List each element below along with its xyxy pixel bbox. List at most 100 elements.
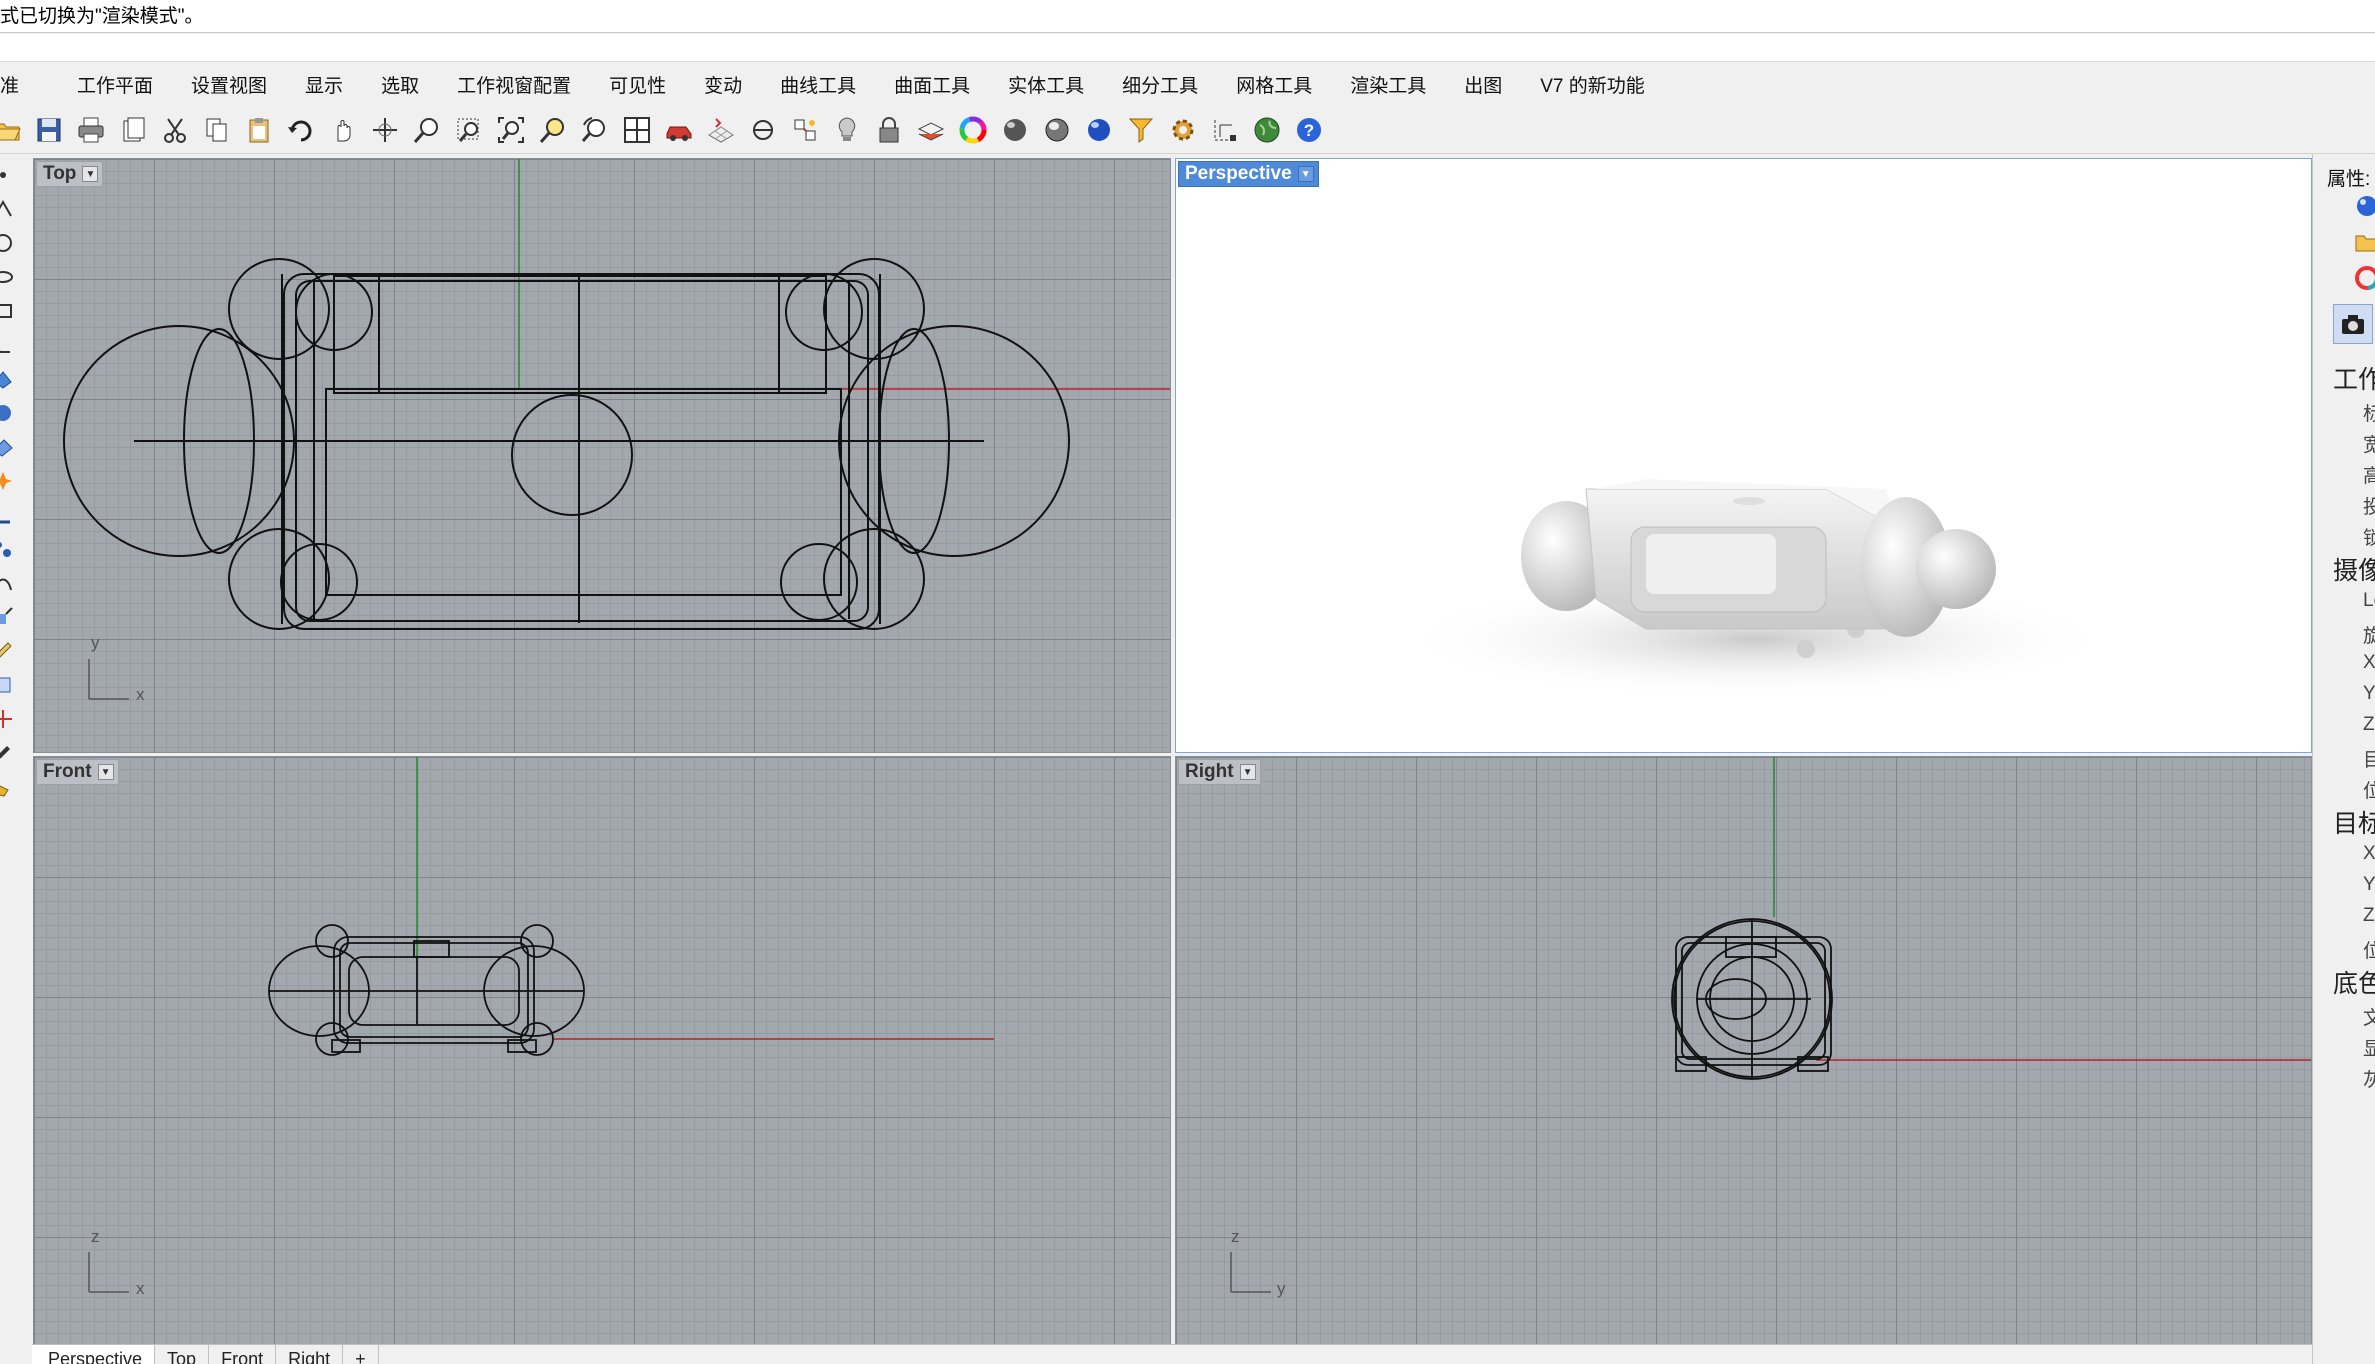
tab-front[interactable]: Front xyxy=(209,1345,277,1364)
tab-top[interactable]: Top xyxy=(155,1345,210,1364)
point-icon[interactable] xyxy=(0,158,30,192)
zoom-icon[interactable] xyxy=(406,109,448,151)
explode-icon[interactable] xyxy=(0,702,30,736)
tab-drafting[interactable]: 出图 xyxy=(1445,64,1521,106)
print-icon[interactable] xyxy=(70,109,112,151)
dropdown-arrow-icon[interactable]: ▼ xyxy=(82,166,99,182)
save-icon[interactable] xyxy=(28,109,70,151)
prop-location: 位 xyxy=(2363,781,2375,802)
tab-standard[interactable]: 准 xyxy=(0,64,43,106)
subd-icon[interactable] xyxy=(0,464,30,498)
options-gear-icon[interactable] xyxy=(1162,109,1204,151)
curve-edit-icon[interactable] xyxy=(0,566,30,600)
circle-tool-icon[interactable] xyxy=(0,226,30,260)
viewport-perspective-title[interactable]: Perspective ▼ xyxy=(1178,161,1319,187)
tab-right[interactable]: Right xyxy=(276,1345,344,1364)
paint-icon[interactable] xyxy=(0,770,30,804)
open-icon[interactable] xyxy=(0,109,28,151)
tab-select[interactable]: 选取 xyxy=(362,64,438,106)
move-icon[interactable] xyxy=(0,600,30,634)
tab-subd-tools[interactable]: 细分工具 xyxy=(1103,64,1217,106)
rendered-sphere-icon[interactable] xyxy=(1036,109,1078,151)
help-icon[interactable]: ? xyxy=(1288,109,1330,151)
grid-options-icon[interactable] xyxy=(700,109,742,151)
camera-icon[interactable] xyxy=(2333,304,2373,344)
undo-icon[interactable] xyxy=(280,109,322,151)
add-tab-button[interactable]: + xyxy=(343,1345,379,1364)
tab-visibility[interactable]: 可见性 xyxy=(590,64,685,106)
tab-perspective[interactable]: Perspective xyxy=(32,1345,156,1364)
car-icon[interactable] xyxy=(658,109,700,151)
zoom-extents-icon[interactable] xyxy=(490,109,532,151)
tab-set-view[interactable]: 设置视图 xyxy=(172,64,286,106)
viewport-top[interactable]: y x Top ▼ xyxy=(33,158,1171,753)
solid-icon[interactable] xyxy=(0,396,30,430)
color-wheel-icon[interactable] xyxy=(952,109,994,151)
tab-solid-tools[interactable]: 实体工具 xyxy=(989,64,1103,106)
viewport-right[interactable]: z y Right ▼ xyxy=(1175,756,2312,1350)
globe-icon[interactable] xyxy=(1246,109,1288,151)
zoom-window-icon[interactable] xyxy=(448,109,490,151)
copy-icon[interactable] xyxy=(196,109,238,151)
prop-lock: 锁 xyxy=(2363,528,2375,549)
dropdown-arrow-icon[interactable]: ▼ xyxy=(97,764,114,780)
tab-new-in-v7[interactable]: V7 的新功能 xyxy=(1521,64,1664,106)
tab-curve-tools[interactable]: 曲线工具 xyxy=(761,64,875,106)
prop-lens: Le xyxy=(2363,590,2375,611)
prop-target-location: 位 xyxy=(2363,941,2375,962)
lock-icon[interactable] xyxy=(868,109,910,151)
copy-to-clipboard-icon[interactable] xyxy=(112,109,154,151)
select-filter-icon[interactable] xyxy=(1120,109,1162,151)
viewport-top-title[interactable]: Top ▼ xyxy=(36,161,104,187)
viewport-front-title[interactable]: Front ▼ xyxy=(36,759,119,785)
shaded-sphere-icon[interactable] xyxy=(994,109,1036,151)
folder-icon[interactable] xyxy=(2353,228,2375,256)
prop-show: 显 xyxy=(2363,1039,2375,1060)
undo-view-icon[interactable] xyxy=(574,109,616,151)
dimension-icon[interactable] xyxy=(1204,109,1246,151)
render-icon[interactable] xyxy=(1078,109,1120,151)
properties-panel: 属性: 工作 标 宽 高 投 锁 摄像 Le 旋 X Y Z 目 位 目标 X … xyxy=(2312,154,2375,1364)
dimension-tool-icon[interactable] xyxy=(0,498,30,532)
surface-icon[interactable] xyxy=(0,362,30,396)
prop-rotation: 旋 xyxy=(2363,626,2375,647)
front-axis-z-label: z xyxy=(91,1227,100,1246)
pan-icon[interactable] xyxy=(322,109,364,151)
prop-camera-z: Z xyxy=(2363,714,2375,735)
dropdown-arrow-icon[interactable]: ▼ xyxy=(1239,764,1256,780)
viewport-perspective[interactable]: Perspective ▼ xyxy=(1175,158,2312,753)
fillet-curve-icon[interactable] xyxy=(0,328,30,362)
tab-surface-tools[interactable]: 曲面工具 xyxy=(875,64,989,106)
snap-icon[interactable] xyxy=(742,109,784,151)
rotate-view-icon[interactable] xyxy=(364,109,406,151)
cut-icon[interactable] xyxy=(154,109,196,151)
tab-mesh-tools[interactable]: 网格工具 xyxy=(1217,64,1331,106)
layer-icon[interactable] xyxy=(910,109,952,151)
command-input[interactable] xyxy=(0,34,2375,62)
tab-render-tools[interactable]: 渲染工具 xyxy=(1331,64,1445,106)
prop-height: 高 xyxy=(2363,466,2375,487)
tab-viewport-layout[interactable]: 工作视窗配置 xyxy=(438,64,590,106)
polyline-icon[interactable] xyxy=(0,192,30,226)
light-icon[interactable] xyxy=(826,109,868,151)
zoom-selected-icon[interactable] xyxy=(532,109,574,151)
viewport-right-title[interactable]: Right ▼ xyxy=(1178,759,1261,785)
properties-icon[interactable] xyxy=(784,109,826,151)
transform-icon[interactable] xyxy=(0,532,30,566)
four-viewports-icon[interactable] xyxy=(616,109,658,151)
tab-transform[interactable]: 变动 xyxy=(685,64,761,106)
tab-display[interactable]: 显示 xyxy=(286,64,362,106)
paste-icon[interactable] xyxy=(238,109,280,151)
object-properties-icon[interactable] xyxy=(2353,192,2375,220)
tab-cplanes[interactable]: 工作平面 xyxy=(43,64,172,106)
ruler-icon[interactable] xyxy=(0,634,30,668)
mesh-icon[interactable] xyxy=(0,430,30,464)
ellipse-icon[interactable] xyxy=(0,260,30,294)
pencil-icon[interactable] xyxy=(0,736,30,770)
viewport-front[interactable]: z x Front ▼ xyxy=(33,756,1171,1350)
block-icon[interactable] xyxy=(0,668,30,702)
dropdown-arrow-icon[interactable]: ▼ xyxy=(1297,166,1314,182)
material-icon[interactable] xyxy=(2353,264,2375,292)
rectangle-icon[interactable] xyxy=(0,294,30,328)
left-toolbar xyxy=(0,158,32,1364)
